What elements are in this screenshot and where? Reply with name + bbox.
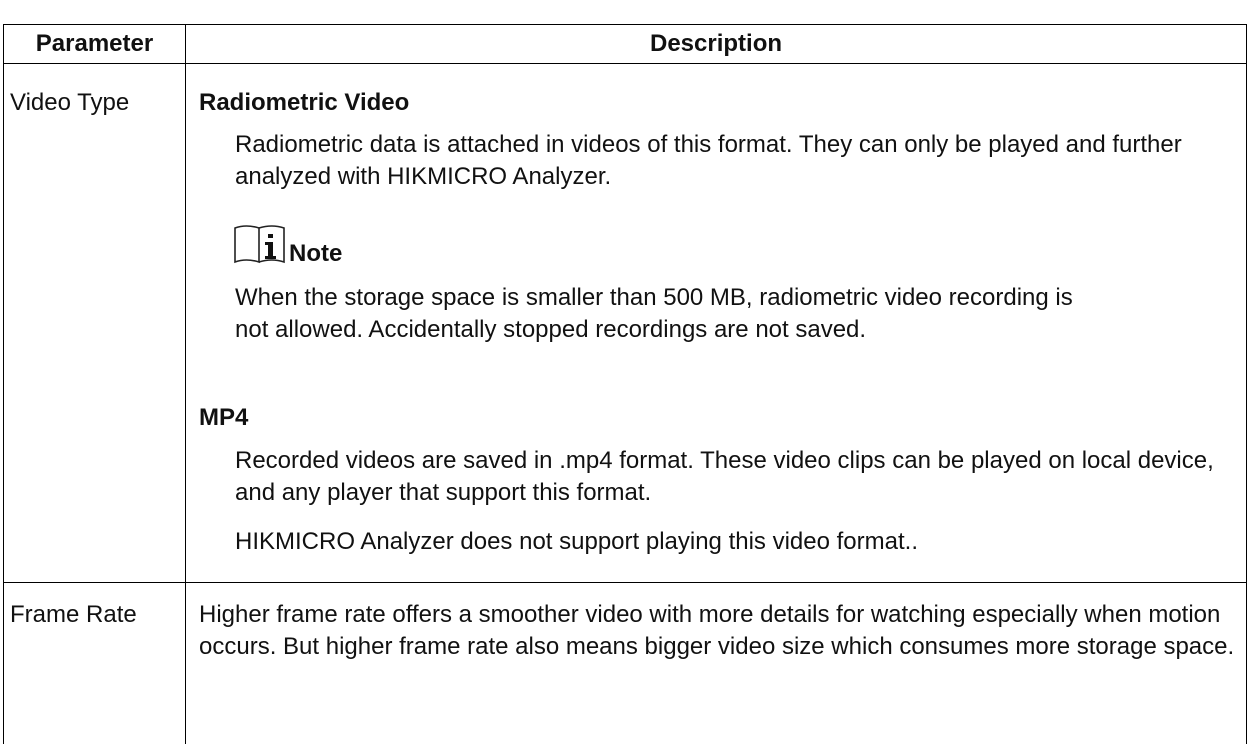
note-label: Note: [289, 240, 343, 267]
radiometric-text: Radiometric data is attached in videos o…: [235, 131, 1182, 190]
column-divider: [185, 25, 186, 744]
radiometric-title: Radiometric Video: [199, 89, 410, 116]
row-divider: [4, 582, 1246, 583]
mp4-extra: HIKMICRO Analyzer does not support playi…: [235, 528, 918, 555]
parameter-table: Parameter Description Video Type Radiome…: [3, 24, 1247, 744]
param-video-type: Video Type: [10, 89, 130, 116]
note-text: When the storage space is smaller than 5…: [235, 284, 1073, 343]
header-divider: [4, 63, 1246, 64]
param-frame-rate: Frame Rate: [10, 601, 137, 628]
mp4-text: Recorded videos are saved in .mp4 format…: [235, 447, 1214, 506]
frame-rate-text: Higher frame rate offers a smoother vide…: [199, 601, 1235, 660]
mp4-title: MP4: [199, 404, 249, 431]
header-parameter: Parameter: [35, 30, 154, 57]
info-book-icon: [234, 225, 285, 264]
header-description: Description: [649, 30, 783, 57]
